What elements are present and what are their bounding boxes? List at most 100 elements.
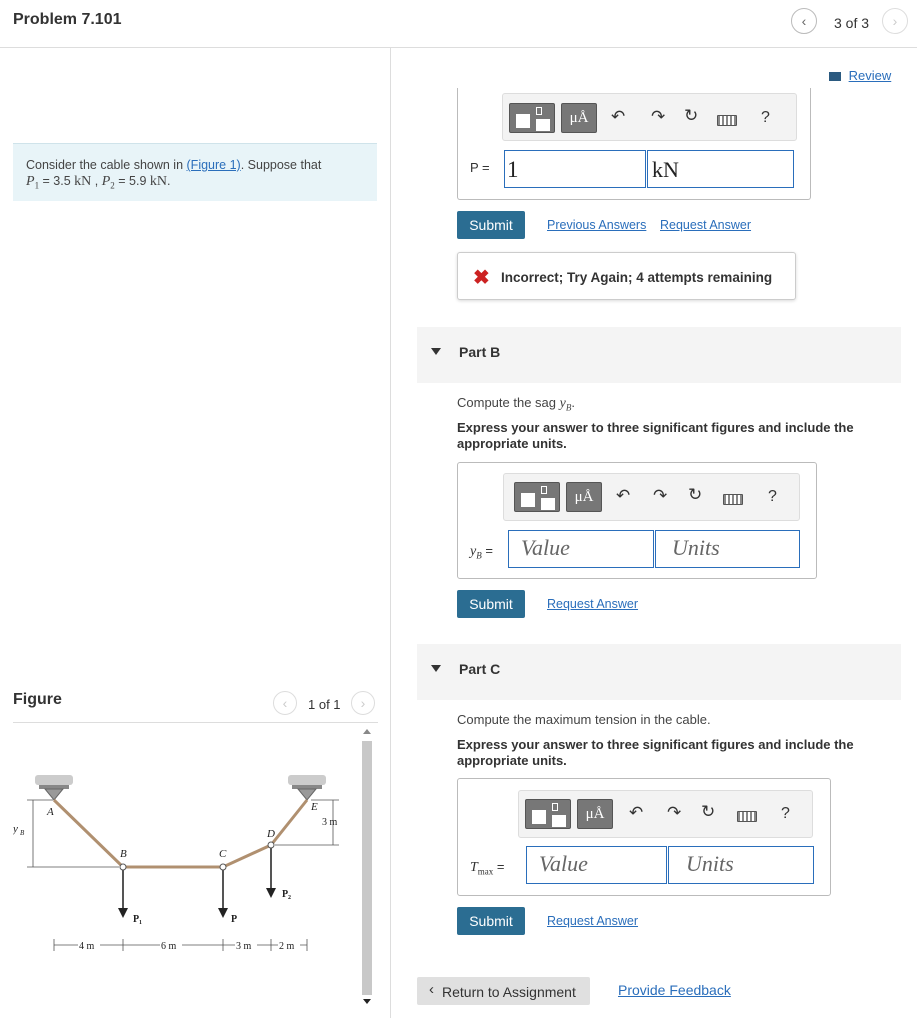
joint-d (267, 841, 275, 849)
keyboard-icon[interactable] (737, 811, 757, 822)
arrow-p2 (266, 888, 276, 898)
arrow-p1 (118, 908, 128, 918)
yb-label: yB = (470, 543, 493, 561)
part-b-toolbar: μÅ ↶ ↷ ↻ ? (503, 473, 800, 521)
p-unit-input[interactable]: kN (647, 150, 794, 188)
chevron-left-icon: ‹ (801, 13, 807, 29)
part-b-submit-button[interactable]: Submit (457, 590, 525, 618)
part-a-request-answer-link[interactable]: Request Answer (660, 218, 751, 232)
provide-feedback-link[interactable]: Provide Feedback (618, 982, 731, 998)
part-c-toolbar: μÅ ↶ ↷ ↻ ? (518, 790, 813, 838)
undo-icon[interactable]: ↶ (611, 107, 625, 127)
label-b: B (120, 848, 127, 860)
help-button[interactable]: ? (761, 109, 770, 127)
figure-page-indicator: 1 of 1 (308, 697, 341, 712)
reset-icon[interactable]: ↻ (684, 106, 698, 126)
figure-link[interactable]: (Figure 1) (187, 158, 241, 172)
scroll-down-icon[interactable] (363, 999, 371, 1004)
chevron-right-icon: › (360, 695, 366, 711)
problem-statement: Consider the cable shown in (Figure 1). … (13, 143, 377, 201)
figure-heading: Figure (13, 691, 62, 708)
review-link[interactable]: Review (829, 68, 891, 83)
dim-4m-label: 4 m (79, 941, 95, 952)
undo-icon[interactable]: ↶ (616, 486, 630, 506)
redo-icon[interactable]: ↷ (653, 486, 667, 506)
joint-b (119, 863, 127, 871)
label-c: C (219, 848, 227, 860)
dim-3m-vertical-label: 3 m (322, 817, 338, 828)
part-c-request-answer-link[interactable]: Request Answer (547, 914, 638, 928)
label-p1-sub: 1 (139, 920, 142, 926)
figure-next-button[interactable]: › (351, 691, 375, 715)
units-button[interactable]: μÅ (577, 799, 613, 829)
keyboard-icon[interactable] (717, 115, 737, 126)
chevron-left-icon: ‹ (429, 981, 434, 998)
template-fraction-icon[interactable] (525, 799, 571, 829)
x-mark-icon: ✖ (473, 267, 490, 289)
label-p2-sub: 2 (288, 895, 291, 901)
part-c-answer-box: μÅ ↶ ↷ ↻ ? Tmax = Value Units (457, 778, 831, 896)
cable-figure: A B C D E y B P 1 P P 2 3 m 4 m 6 m 3 m … (13, 775, 339, 952)
part-c-question: Compute the maximum tension in the cable… (457, 712, 711, 727)
redo-icon[interactable]: ↷ (667, 803, 681, 823)
collapse-triangle-icon (431, 348, 441, 355)
help-button[interactable]: ? (781, 805, 790, 823)
part-a-submit-button[interactable]: Submit (457, 211, 525, 239)
p-value-input[interactable]: 1 (504, 150, 646, 188)
yb-units-input[interactable]: Units (655, 530, 800, 568)
feedback-text: Incorrect; Try Again; 4 attempts remaini… (501, 270, 773, 285)
part-b-request-answer-link[interactable]: Request Answer (547, 597, 638, 611)
part-a-answer-box: μÅ ↶ ↷ ↻ ? P = 1 kN (457, 88, 811, 200)
panel-divider (390, 48, 391, 1018)
part-b-question: Compute the sag yB. (457, 395, 575, 413)
label-p: P (231, 914, 237, 925)
support-a (35, 775, 73, 801)
part-b-answer-box: μÅ ↶ ↷ ↻ ? yB = Value Units (457, 462, 817, 579)
tmax-units-input[interactable]: Units (668, 846, 814, 884)
chevron-left-icon: ‹ (282, 695, 288, 711)
figure-scrollbar[interactable] (360, 727, 374, 1009)
arrow-p (218, 908, 228, 918)
label-yb-sub: B (20, 829, 25, 837)
next-page-button[interactable]: › (882, 8, 908, 34)
yb-value-input[interactable]: Value (508, 530, 654, 568)
page-indicator: 3 of 3 (834, 15, 870, 31)
part-a-toolbar: μÅ ↶ ↷ ↻ ? (502, 93, 797, 141)
previous-answers-link[interactable]: Previous Answers (547, 218, 646, 232)
dim-3m-label: 3 m (236, 941, 252, 952)
keyboard-icon[interactable] (723, 494, 743, 505)
part-b-instruction: Express your answer to three significant… (457, 420, 854, 451)
units-button[interactable]: μÅ (561, 103, 597, 133)
chevron-right-icon: › (892, 13, 898, 29)
prev-page-button[interactable]: ‹ (791, 8, 817, 34)
template-fraction-icon[interactable] (509, 103, 555, 133)
part-b-header[interactable]: Part B (417, 327, 901, 383)
part-c-header[interactable]: Part C (417, 644, 901, 700)
p-label: P = (470, 160, 490, 175)
reset-icon[interactable]: ↻ (688, 485, 702, 505)
scroll-up-icon[interactable] (363, 729, 371, 734)
figure-prev-button[interactable]: ‹ (273, 691, 297, 715)
return-to-assignment-button[interactable]: ‹ Return to Assignment (417, 977, 590, 1005)
units-button[interactable]: μÅ (566, 482, 602, 512)
book-icon (829, 72, 843, 82)
collapse-triangle-icon (431, 665, 441, 672)
help-button[interactable]: ? (768, 488, 777, 506)
problem-title: Problem 7.101 (13, 11, 122, 28)
joint-c (219, 863, 227, 871)
dim-6m-label: 6 m (161, 941, 177, 952)
figure-divider (13, 722, 378, 723)
undo-icon[interactable]: ↶ (629, 803, 643, 823)
tmax-value-input[interactable]: Value (526, 846, 667, 884)
feedback-box: ✖ Incorrect; Try Again; 4 attempts remai… (457, 252, 796, 300)
reset-icon[interactable]: ↻ (701, 802, 715, 822)
tmax-label: Tmax = (470, 859, 505, 877)
part-c-submit-button[interactable]: Submit (457, 907, 525, 935)
part-c-instruction: Express your answer to three significant… (457, 737, 854, 768)
label-yb: y (13, 823, 18, 835)
scrollbar-thumb[interactable] (362, 741, 372, 995)
label-d: D (266, 828, 275, 840)
redo-icon[interactable]: ↷ (651, 107, 665, 127)
template-fraction-icon[interactable] (514, 482, 560, 512)
header-bar: Problem 7.101 ‹ 3 of 3 › (0, 0, 917, 48)
